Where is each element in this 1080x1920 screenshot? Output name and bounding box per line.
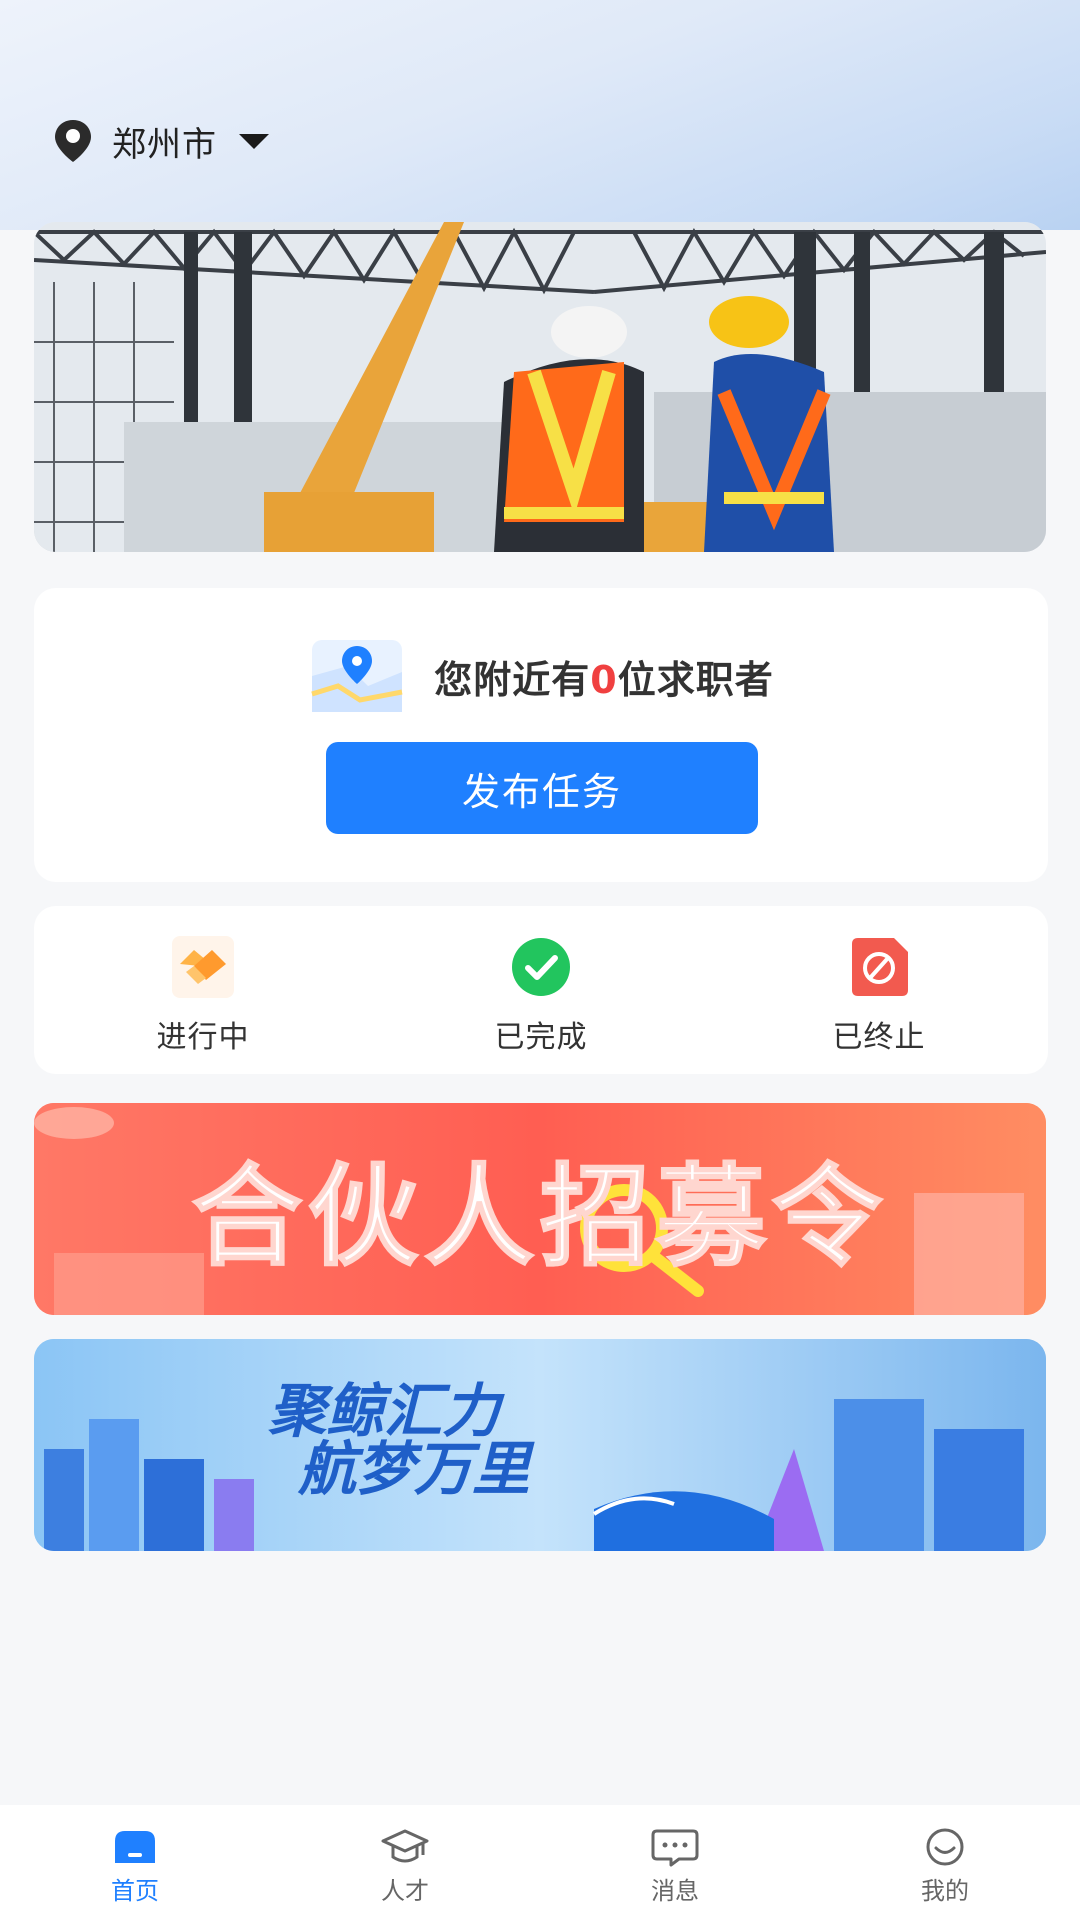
construction-workers-photo [34,222,1046,552]
partner-recruit-art: 合伙人招募令 [34,1103,1046,1315]
nearby-info: 您附近有0位求职者 [34,634,1048,718]
status-in-progress[interactable]: 进行中 [34,906,372,1074]
status-label: 进行中 [156,1020,250,1055]
smile-icon [926,1828,964,1866]
nearby-card: 您附近有0位求职者 发布任务 [34,588,1048,882]
home-icon [115,1831,155,1863]
stop-document-icon [852,938,908,996]
tab-label: 首页 [111,1877,159,1905]
header-background [0,0,1080,230]
nearby-suffix: 位求职者 [617,657,774,702]
location-pin-icon [55,120,91,162]
promo2-line2: 航梦万里 [297,1435,535,1503]
status-terminated[interactable]: 已终止 [710,906,1048,1074]
bottom-tab-bar: 首页 人才 消息 我的 [0,1805,1080,1920]
whale-slogan-art: 聚鲸汇力 航梦万里 [34,1339,1046,1551]
top-banner[interactable] [34,222,1046,552]
city-selector[interactable]: 郑州市 [48,116,271,166]
caret-down-icon [239,134,269,149]
nearby-text: 您附近有0位求职者 [434,649,773,704]
message-icon [651,1829,699,1867]
whale-slogan-banner[interactable]: 聚鲸汇力 航梦万里 [34,1339,1046,1551]
promo1-title: 合伙人招募令 [192,1153,888,1281]
publish-task-button[interactable]: 发布任务 [326,742,758,834]
graduation-cap-icon [381,1829,429,1863]
nearby-prefix: 您附近有 [434,657,591,702]
tab-home[interactable]: 首页 [0,1805,270,1920]
status-label: 已终止 [832,1020,926,1055]
city-name: 郑州市 [112,124,217,165]
status-completed[interactable]: 已完成 [372,906,710,1074]
tab-label: 人才 [381,1877,429,1905]
tab-label: 消息 [651,1877,699,1905]
check-circle-icon [512,938,570,996]
nearby-count: 0 [590,657,618,702]
tab-talent[interactable]: 人才 [270,1805,540,1920]
tab-messages[interactable]: 消息 [540,1805,810,1920]
task-status-card: 进行中 已完成 已终止 [34,906,1048,1074]
tab-label: 我的 [921,1877,969,1905]
status-label: 已完成 [494,1020,588,1055]
handshake-icon [172,936,234,998]
partner-recruit-banner[interactable]: 合伙人招募令 [34,1103,1046,1315]
map-location-icon [311,640,403,712]
tab-mine[interactable]: 我的 [810,1805,1080,1920]
